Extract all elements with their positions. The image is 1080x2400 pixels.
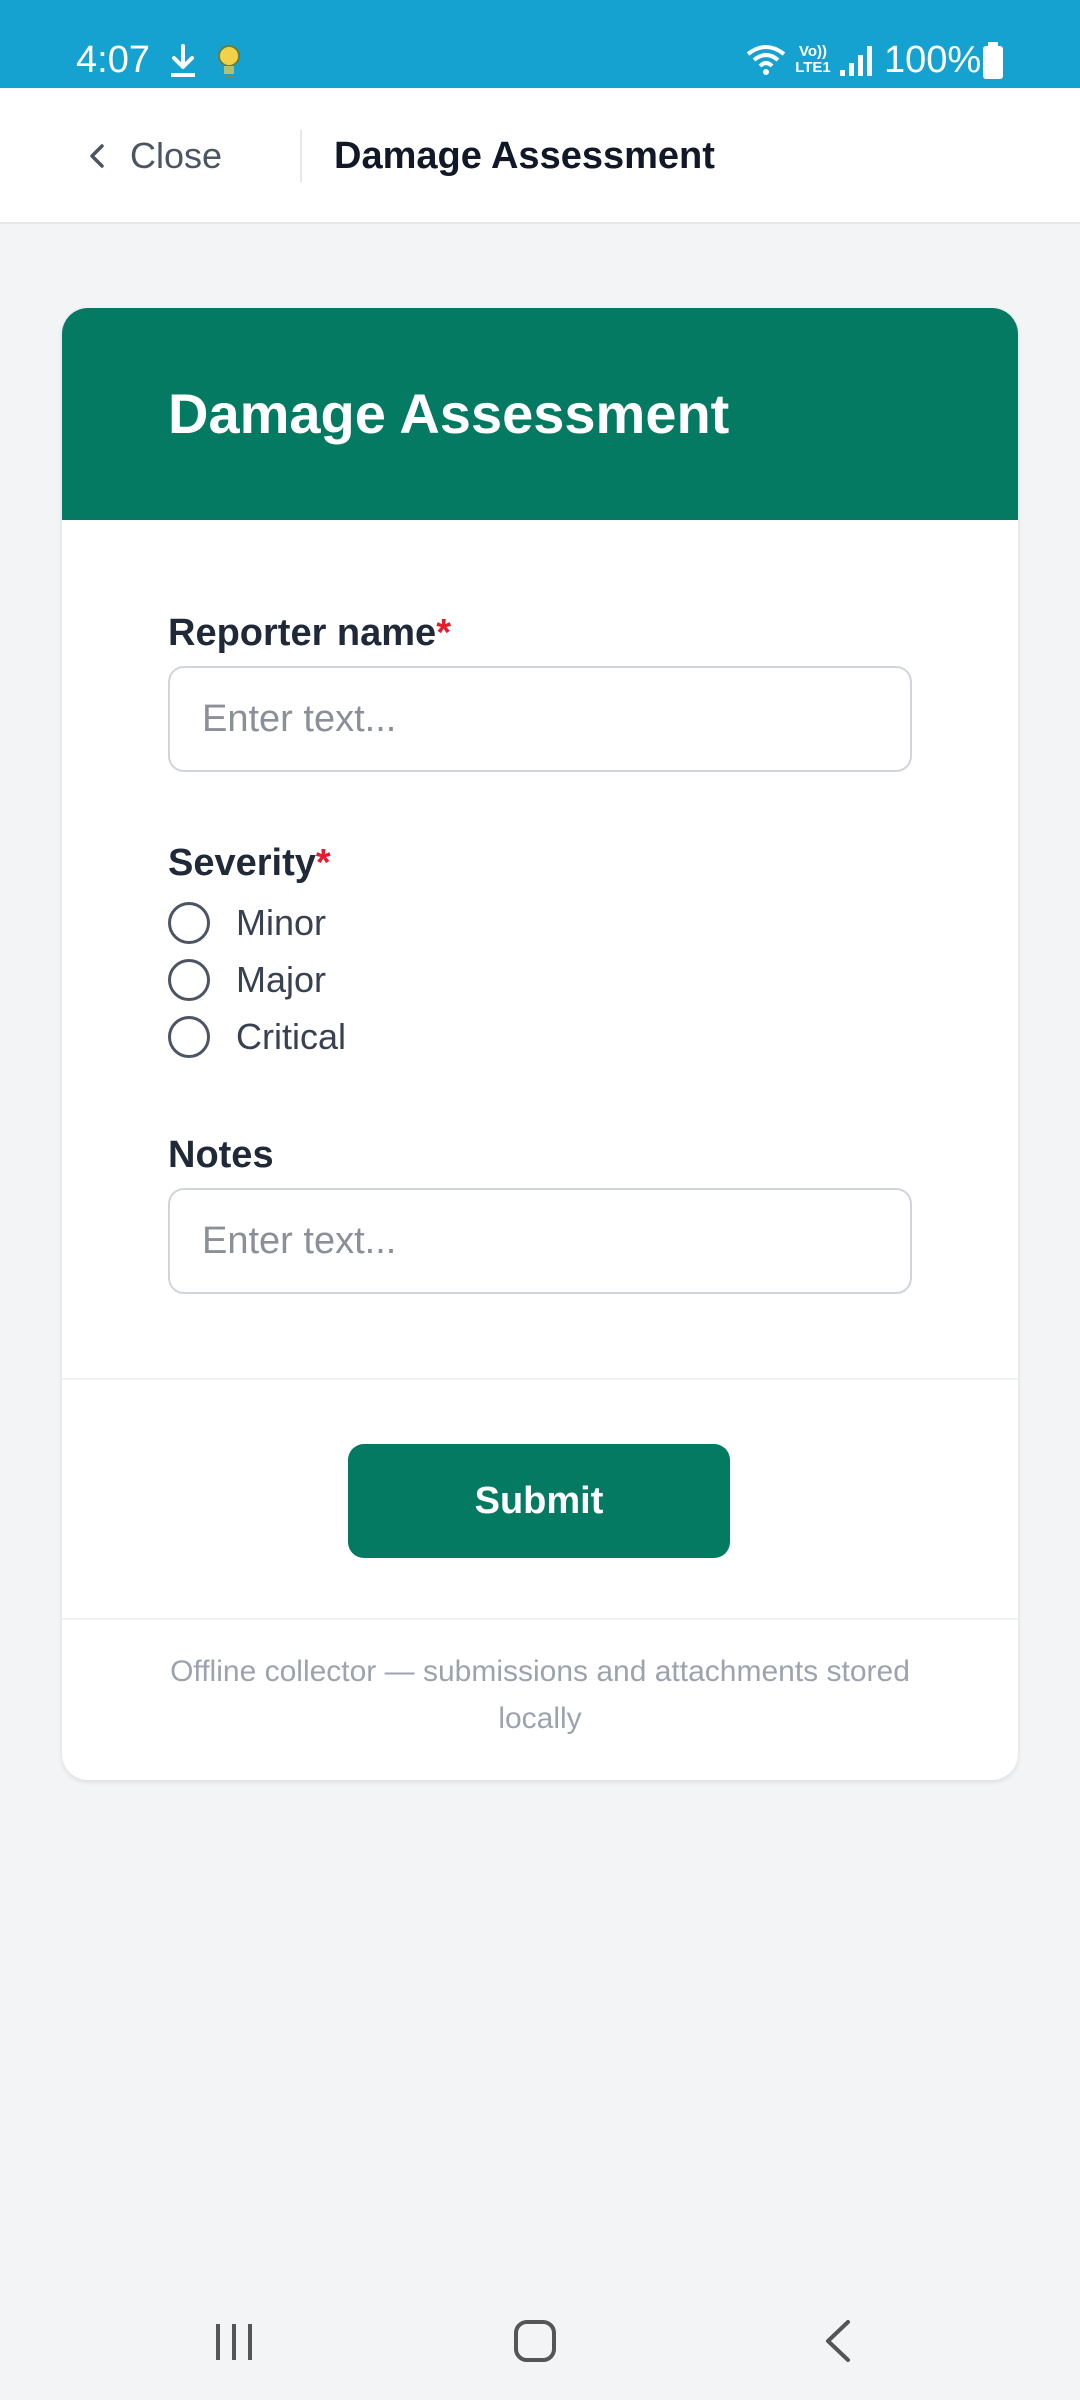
footer-note: Offline collector — submissions and atta… (170, 1655, 910, 1735)
required-mark: * (436, 612, 451, 654)
notes-input[interactable] (168, 1188, 912, 1294)
required-mark: * (315, 842, 331, 884)
chevron-left-icon (90, 144, 104, 168)
back-icon[interactable] (820, 2318, 856, 2364)
page-title: Damage Assessment (334, 135, 715, 177)
severity-option-minor[interactable]: Minor (168, 898, 326, 948)
form-title: Damage Assessment (168, 382, 730, 445)
signal-icon (840, 46, 872, 76)
close-button[interactable]: Close (84, 124, 222, 188)
form-header: Damage Assessment (62, 308, 1018, 520)
status-time: 4:07 (76, 39, 150, 81)
wifi-icon (746, 45, 786, 75)
notes-label: Notes (168, 1134, 274, 1176)
radio-button[interactable] (168, 902, 210, 944)
download-icon (171, 44, 195, 77)
header-divider (300, 130, 302, 182)
form-card: Damage Assessment Reporter name* Severit… (62, 308, 1018, 1780)
severity-label: Severity* (168, 842, 331, 884)
close-label: Close (130, 135, 223, 176)
home-icon[interactable] (512, 2318, 558, 2364)
divider (62, 1378, 1018, 1380)
status-bar: 4:07 Vo)) LTE1 100% (0, 0, 1080, 88)
battery-icon (983, 42, 1003, 79)
severity-option-major[interactable]: Major (168, 955, 326, 1005)
divider (62, 1618, 1018, 1620)
bulb-icon (218, 45, 240, 78)
submit-button[interactable]: Submit (348, 1444, 730, 1558)
battery-percent: 100% (884, 39, 982, 81)
reporter-name-input[interactable] (168, 666, 912, 772)
severity-option-critical[interactable]: Critical (168, 1012, 346, 1062)
recents-icon[interactable] (212, 2320, 256, 2364)
volte-indicator: Vo)) LTE1 (795, 43, 831, 76)
app-header: Close Damage Assessment (0, 88, 1080, 224)
system-nav-bar (0, 2290, 1080, 2400)
reporter-name-label: Reporter name* (168, 612, 451, 654)
radio-button[interactable] (168, 959, 210, 1001)
radio-button[interactable] (168, 1016, 210, 1058)
